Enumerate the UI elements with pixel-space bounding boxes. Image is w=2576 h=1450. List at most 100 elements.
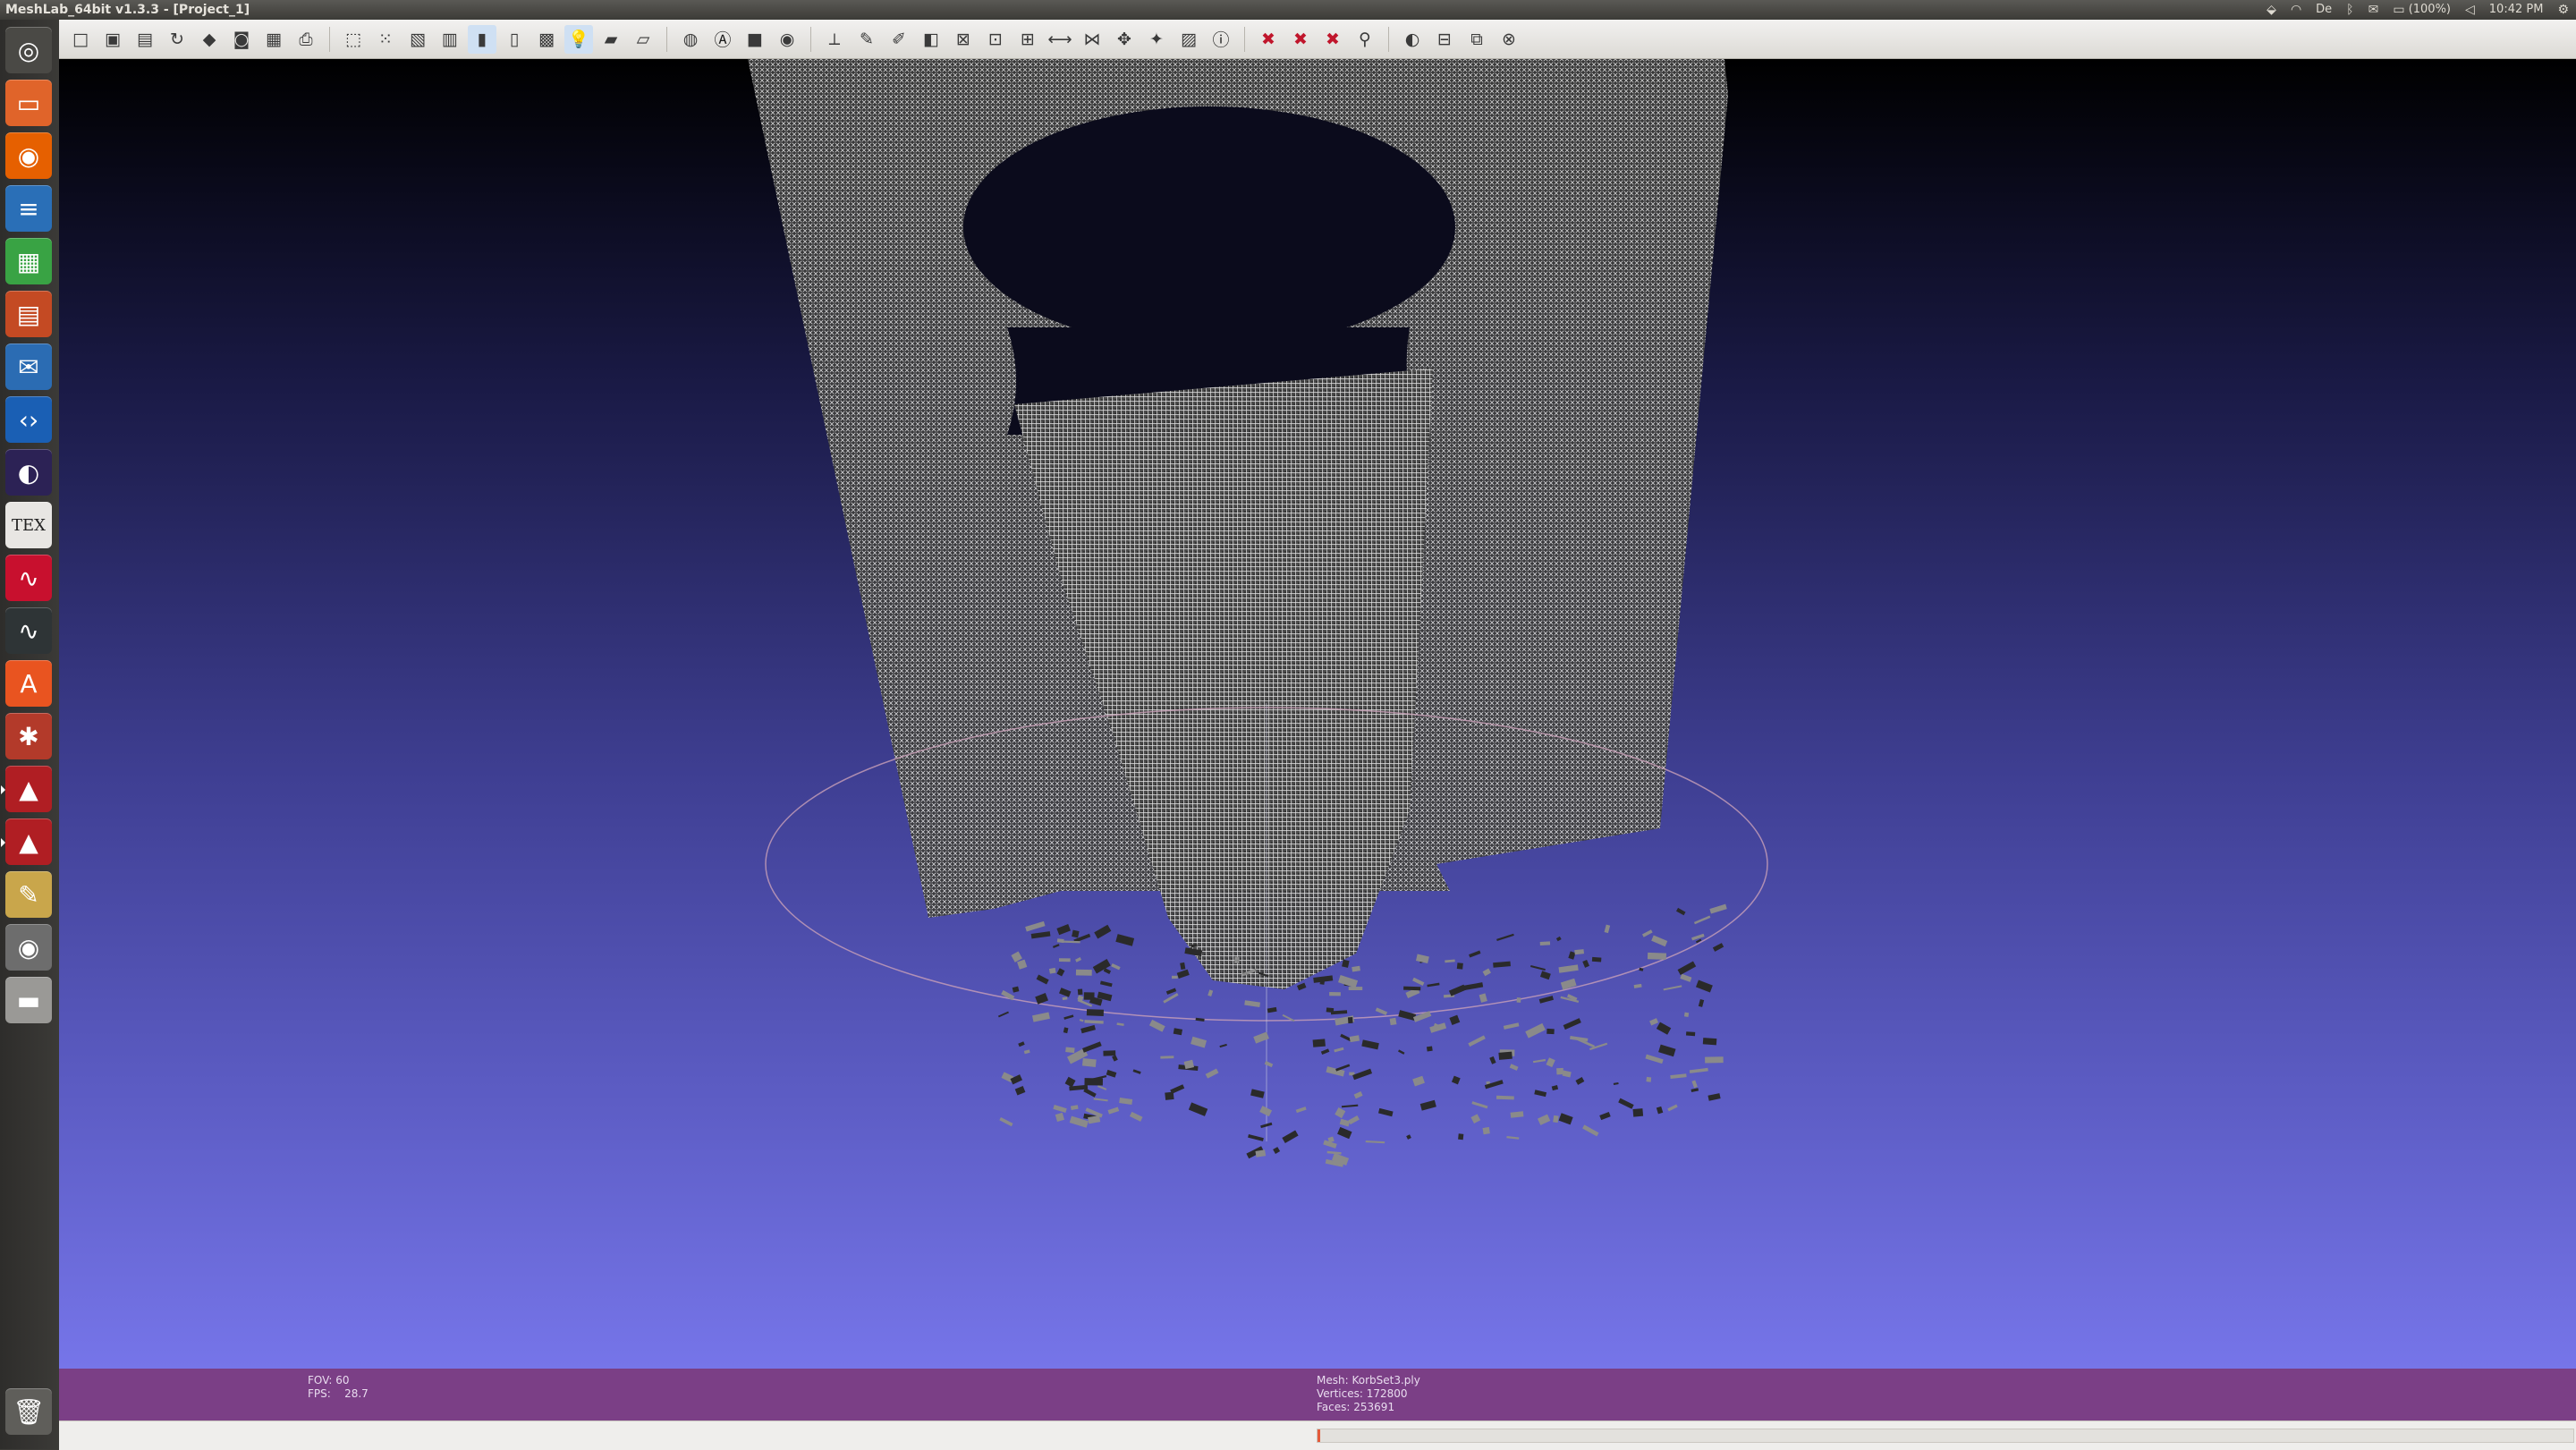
delete-faces-icon[interactable]: ✖ [1254, 25, 1283, 54]
axes-icon[interactable]: ⟂ [820, 25, 849, 54]
writer-icon[interactable]: ≡ [5, 185, 52, 232]
flat-shading-icon[interactable]: ▮ [468, 24, 496, 54]
snapshot-icon[interactable]: ◙ [227, 25, 256, 54]
tex-icon[interactable]: TEX [5, 502, 52, 548]
debris-fragment [1334, 1047, 1344, 1053]
light-bulb-icon[interactable]: 💡 [564, 24, 593, 54]
mendeley-icon[interactable]: ∿ [5, 555, 52, 601]
debris-fragment [1014, 1086, 1026, 1096]
points-icon[interactable]: ⁙ [371, 25, 400, 54]
wireframe-icon[interactable]: ▧ [403, 25, 432, 54]
files-icon[interactable]: ▭ [5, 80, 52, 126]
back-face-culling-icon[interactable]: ◍ [676, 25, 705, 54]
debris-fragment [1093, 1098, 1108, 1102]
hidden-lines-icon[interactable]: ▥ [436, 25, 464, 54]
select-connected-icon[interactable]: ⊞ [1013, 25, 1042, 54]
firefox-icon[interactable]: ◉ [5, 132, 52, 179]
keyboard-layout-indicator[interactable]: De [2316, 0, 2332, 20]
debris-fragment [1001, 989, 1015, 1001]
annotation-icon[interactable]: Ⓐ [708, 25, 737, 54]
select-vertices-icon[interactable]: ⊡ [981, 25, 1010, 54]
gear-icon[interactable]: ⚙ [2557, 0, 2569, 20]
measure-icon[interactable]: ⟷ [1046, 25, 1074, 54]
debris-fragment [1656, 1022, 1672, 1035]
open-project-icon[interactable]: ▣ [98, 25, 127, 54]
software-center-icon[interactable]: A [5, 660, 52, 707]
smooth-shading-icon[interactable]: ▯ [500, 25, 529, 54]
eclipse-icon[interactable]: ◐ [5, 449, 52, 496]
debris-fragment [1599, 1111, 1611, 1121]
delete-selection-icon[interactable]: ✖ [1318, 25, 1347, 54]
dropbox-icon[interactable]: ⬙ [2267, 0, 2276, 20]
meshlab-icon[interactable]: ▲ [1, 766, 52, 812]
debris-fragment [1445, 959, 1455, 963]
dash-icon[interactable]: ◎ [5, 27, 52, 73]
close-icon[interactable]: ⊗ [1495, 25, 1523, 54]
debris-fragment [1052, 944, 1060, 949]
new-project-icon[interactable]: □ [66, 25, 95, 54]
debris-fragment [1348, 1115, 1360, 1125]
fancy-lighting-icon[interactable]: ▱ [629, 25, 657, 54]
debris-fragment [1250, 1089, 1265, 1098]
info-icon[interactable]: ⓘ [1207, 25, 1235, 54]
minimize-icon[interactable]: ⊟ [1430, 25, 1459, 54]
window-title: MeshLab_64bit v1.3.3 - [Project_1] [5, 3, 250, 17]
drive-icon[interactable]: ▬ [5, 977, 52, 1023]
debris-fragment [1282, 1130, 1299, 1143]
export-icon[interactable]: ▦ [259, 25, 288, 54]
volume-icon[interactable]: ◁ [2465, 0, 2475, 20]
calc-icon[interactable]: ▦ [5, 238, 52, 284]
reload-icon[interactable]: ↻ [163, 25, 191, 54]
manipulator-icon[interactable]: ✥ [1110, 25, 1139, 54]
system-settings-icon[interactable]: ✱ [5, 713, 52, 759]
meshlab-server-icon[interactable]: ▲ [1, 818, 52, 865]
texture-icon[interactable]: ▩ [532, 25, 561, 54]
window-controls-icon[interactable]: ◐ [1398, 25, 1427, 54]
bounding-box-icon[interactable]: ⬚ [339, 25, 368, 54]
debris-fragment [1012, 986, 1020, 993]
align-icon[interactable]: ⋈ [1078, 25, 1106, 54]
restore-icon[interactable]: ⧉ [1462, 25, 1491, 54]
point-picker-icon[interactable]: ✦ [1142, 25, 1171, 54]
debris-fragment [1693, 915, 1711, 925]
eye-icon[interactable]: ◉ [5, 924, 52, 971]
search-icon[interactable]: ⚲ [1351, 25, 1379, 54]
select-faces-icon[interactable]: ⊠ [949, 25, 978, 54]
debris-fragment [1352, 1068, 1373, 1081]
clock[interactable]: 10:42 PM [2489, 0, 2544, 20]
debris-fragment [1496, 1095, 1514, 1100]
debris-fragment [1295, 1107, 1307, 1114]
color-icon[interactable]: ■ [741, 25, 769, 54]
mail-icon[interactable]: ✉ [2368, 0, 2379, 20]
bluetooth-icon[interactable]: ᛒ [2346, 0, 2353, 20]
paint-icon[interactable]: ✎ [852, 25, 881, 54]
debris-fragment [1148, 1019, 1165, 1032]
globe-icon[interactable]: ◉ [773, 25, 801, 54]
progress-bar [1317, 1429, 2574, 1443]
debris-fragment [1056, 968, 1065, 977]
raster-icon[interactable]: ▨ [1174, 25, 1203, 54]
thunderbird-icon[interactable]: ✉ [5, 343, 52, 390]
debris-fragment [1419, 1099, 1436, 1111]
brush-icon[interactable]: ✐ [885, 25, 913, 54]
open-mesh-icon[interactable]: ▤ [131, 25, 159, 54]
double-side-lighting-icon[interactable]: ▰ [597, 25, 625, 54]
print-icon[interactable]: ⎙ [292, 25, 320, 54]
impress-icon[interactable]: ▤ [5, 291, 52, 337]
code-editor-icon[interactable]: ‹› [5, 396, 52, 443]
battery-indicator[interactable]: ▭ (100%) [2393, 0, 2451, 20]
debris-fragment [1551, 1085, 1559, 1091]
trash-icon[interactable]: 🗑 [5, 1388, 52, 1435]
debris-fragment [1077, 998, 1093, 1007]
system-monitor-icon[interactable]: ∿ [5, 607, 52, 654]
pick-icon[interactable]: ◧ [917, 25, 945, 54]
debris-fragment [1339, 1118, 1351, 1127]
delete-vertices-icon[interactable]: ✖ [1286, 25, 1315, 54]
debris-fragment [1651, 935, 1668, 947]
wifi-icon[interactable]: ◠ [2291, 0, 2301, 20]
text-editor-icon[interactable]: ✎ [5, 871, 52, 918]
vertices-value: 172800 [1366, 1387, 1408, 1400]
3d-viewport[interactable] [59, 59, 2576, 1369]
thunderbird-icon-glyph: ✉ [18, 352, 39, 382]
save-icon[interactable]: ◆ [195, 25, 224, 54]
